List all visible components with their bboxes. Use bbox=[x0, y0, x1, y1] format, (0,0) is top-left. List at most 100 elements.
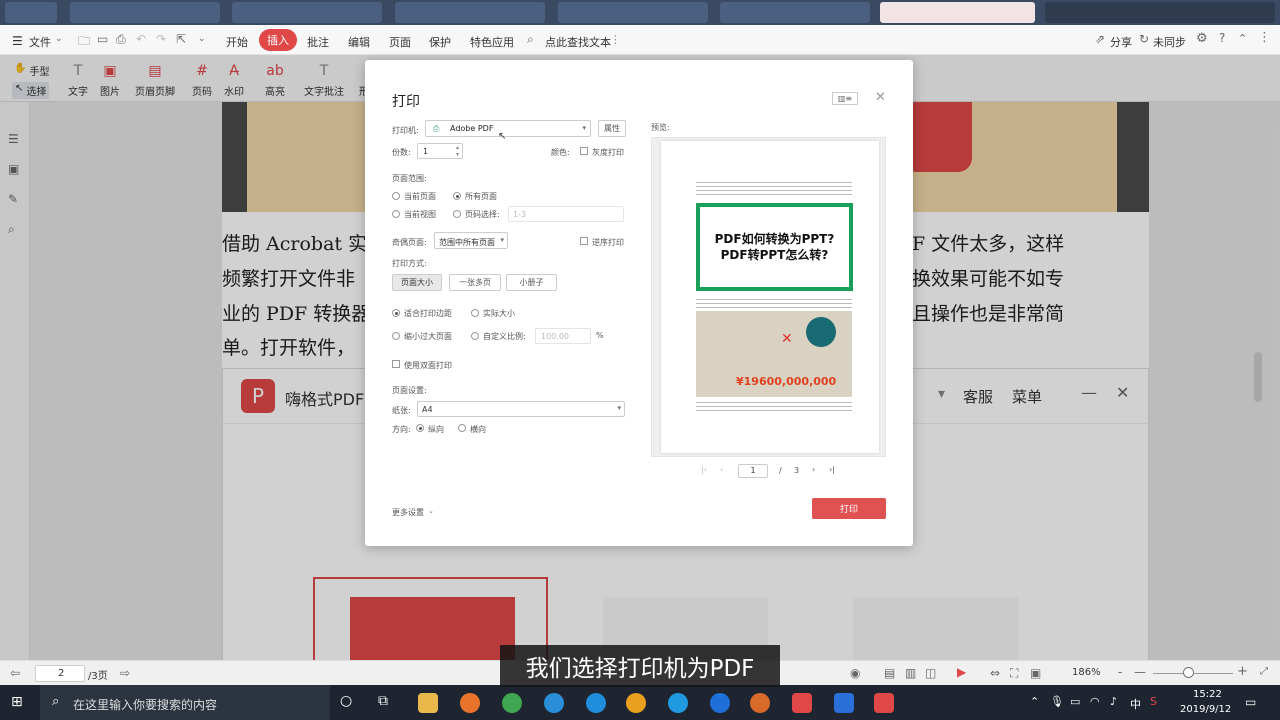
preview-prev-page-icon[interactable]: ‹ bbox=[720, 465, 723, 474]
menu-page[interactable]: 页面 bbox=[389, 34, 411, 50]
windows-start-icon[interactable]: ⊞ bbox=[11, 694, 23, 710]
clock-time[interactable]: 15:22 bbox=[1193, 689, 1222, 700]
undo-icon[interactable]: ↶ bbox=[136, 32, 146, 46]
fit-margin-radio[interactable] bbox=[392, 309, 400, 317]
background-tab[interactable] bbox=[395, 2, 545, 23]
shrink-radio[interactable] bbox=[392, 332, 400, 340]
battery-icon[interactable]: ▭ bbox=[1070, 695, 1080, 708]
more-settings-link[interactable]: 更多设置 ⌄ bbox=[392, 507, 434, 518]
odd-even-select[interactable]: 范围中所有页面 ▾ bbox=[434, 232, 508, 249]
background-tab[interactable] bbox=[232, 2, 382, 23]
app-icon-2[interactable] bbox=[750, 693, 770, 713]
preview-page-input[interactable]: 1 bbox=[738, 464, 768, 478]
edge-icon[interactable] bbox=[710, 693, 730, 713]
qq-browser-icon[interactable] bbox=[544, 693, 564, 713]
play-icon[interactable]: ▶ bbox=[957, 665, 966, 679]
browser-icon[interactable] bbox=[668, 693, 688, 713]
current-page-radio[interactable] bbox=[392, 192, 400, 200]
actual-size-radio[interactable] bbox=[471, 309, 479, 317]
file-menu[interactable]: 文件 bbox=[29, 34, 51, 50]
fit-page-icon[interactable]: ⛶ bbox=[1010, 666, 1018, 681]
ime-indicator[interactable]: 中 bbox=[1130, 696, 1141, 712]
layout-toggle-icon[interactable]: ▥≡ bbox=[832, 92, 858, 105]
taskbar-search-box[interactable]: ⌕ 在这里输入你要搜索的内容 bbox=[40, 685, 330, 720]
app-icon[interactable] bbox=[586, 693, 606, 713]
preview-next-page-icon[interactable]: › bbox=[812, 465, 815, 474]
wifi-icon[interactable]: ◠ bbox=[1090, 695, 1100, 708]
background-tab[interactable] bbox=[5, 2, 57, 23]
search-icon[interactable]: ⌕ bbox=[527, 32, 534, 47]
custom-scale-radio[interactable] bbox=[471, 332, 479, 340]
duplex-checkbox[interactable] bbox=[392, 360, 400, 368]
copies-stepper[interactable]: 1 ▴ ▾ bbox=[417, 143, 463, 159]
background-tab[interactable] bbox=[720, 2, 870, 23]
redo-icon[interactable]: ↷ bbox=[156, 32, 166, 46]
continuous-page-icon[interactable]: ▥ bbox=[905, 666, 916, 680]
menu-start[interactable]: 开始 bbox=[226, 34, 248, 50]
method-multi-page-button[interactable]: 一张多页 bbox=[449, 274, 501, 291]
current-view-radio[interactable] bbox=[392, 210, 400, 218]
chevron-up-icon[interactable]: ⌃ bbox=[1238, 32, 1247, 45]
print-button[interactable]: 打印 bbox=[812, 498, 886, 519]
zoom-dropdown-icon[interactable]: - bbox=[1118, 665, 1122, 679]
portrait-radio[interactable] bbox=[416, 424, 424, 432]
actual-size-icon[interactable]: ▣ bbox=[1030, 666, 1041, 680]
landscape-radio[interactable] bbox=[458, 424, 466, 432]
notification-icon[interactable]: ▭ bbox=[1245, 695, 1256, 709]
zoom-out-icon[interactable]: — bbox=[1134, 665, 1146, 679]
printer-select[interactable]: ⎙ Adobe PDF ▾ bbox=[425, 120, 591, 137]
open-folder-icon[interactable]: 🗀 bbox=[78, 32, 90, 53]
fit-width-icon[interactable]: ⇔ bbox=[990, 666, 1000, 680]
page-select-input[interactable]: 1-3 bbox=[508, 206, 624, 222]
zoom-slider-handle[interactable] bbox=[1183, 667, 1194, 678]
eye-icon[interactable]: ◉ bbox=[850, 666, 860, 680]
zoom-in-icon[interactable]: + bbox=[1237, 664, 1248, 679]
help-icon[interactable]: ? bbox=[1219, 31, 1225, 45]
more-chevron-icon[interactable]: ⌄ bbox=[198, 34, 206, 44]
page-number-input[interactable]: 2 bbox=[35, 665, 85, 682]
next-page-icon[interactable]: ⇨ bbox=[120, 666, 130, 680]
page-select-radio[interactable] bbox=[453, 210, 461, 218]
chrome-icon[interactable] bbox=[502, 693, 522, 713]
preview-first-page-icon[interactable]: |‹ bbox=[701, 465, 707, 474]
reverse-checkbox[interactable] bbox=[580, 237, 588, 245]
chrome-alt-icon[interactable] bbox=[626, 693, 646, 713]
clock-date[interactable]: 2019/9/12 bbox=[1180, 704, 1231, 715]
method-page-size-button[interactable]: 页面大小 bbox=[392, 274, 442, 291]
close-icon[interactable]: ✕ bbox=[875, 90, 886, 105]
task-view-icon[interactable]: ⧉ bbox=[378, 693, 388, 709]
tray-chevron-icon[interactable]: ⌃ bbox=[1030, 695, 1039, 708]
microphone-icon[interactable]: 🎙 bbox=[1050, 695, 1064, 708]
menu-insert[interactable]: 插入 bbox=[259, 29, 297, 51]
method-booklet-button[interactable]: 小册子 bbox=[506, 274, 557, 291]
more-vertical-icon[interactable]: ⋮ bbox=[1258, 30, 1271, 45]
stepper-down-icon[interactable]: ▾ bbox=[456, 151, 459, 158]
properties-button[interactable]: 属性 bbox=[598, 120, 626, 137]
preview-last-page-icon[interactable]: ›| bbox=[829, 465, 835, 474]
more-options-icon[interactable]: ⋮ bbox=[610, 33, 621, 46]
menu-special[interactable]: 特色应用 bbox=[470, 34, 514, 50]
paper-select[interactable]: A4 ▾ bbox=[417, 401, 625, 417]
scale-input[interactable]: 100.00 bbox=[535, 328, 591, 344]
wps-tray-icon[interactable]: S bbox=[1150, 695, 1157, 708]
printer-icon[interactable]: ⎙ bbox=[116, 32, 126, 47]
active-window-tab[interactable] bbox=[880, 2, 1035, 23]
save-icon[interactable]: ▭ bbox=[97, 32, 108, 46]
share-button[interactable]: 分享 bbox=[1110, 34, 1132, 50]
stepper-up-icon[interactable]: ▴ bbox=[456, 144, 459, 151]
menu-annotate[interactable]: 批注 bbox=[307, 34, 329, 50]
wps-w-icon[interactable] bbox=[834, 693, 854, 713]
fullscreen-icon[interactable]: ⤢ bbox=[1260, 666, 1268, 677]
two-page-icon[interactable]: ◫ bbox=[925, 666, 936, 680]
cortana-icon[interactable]: ○ bbox=[340, 693, 352, 709]
gear-icon[interactable]: ⚙ bbox=[1196, 31, 1208, 46]
prev-page-icon[interactable]: ⇦ bbox=[10, 666, 20, 680]
background-tab[interactable] bbox=[558, 2, 708, 23]
menu-protect[interactable]: 保护 bbox=[429, 34, 451, 50]
export-icon[interactable]: ⇱ bbox=[176, 32, 186, 46]
chevron-down-icon[interactable]: ⌄ bbox=[55, 34, 63, 44]
pdf-app-icon[interactable] bbox=[874, 693, 894, 713]
file-explorer-icon[interactable] bbox=[418, 693, 438, 713]
wps-s-icon[interactable] bbox=[792, 693, 812, 713]
single-page-icon[interactable]: ▤ bbox=[884, 666, 895, 680]
